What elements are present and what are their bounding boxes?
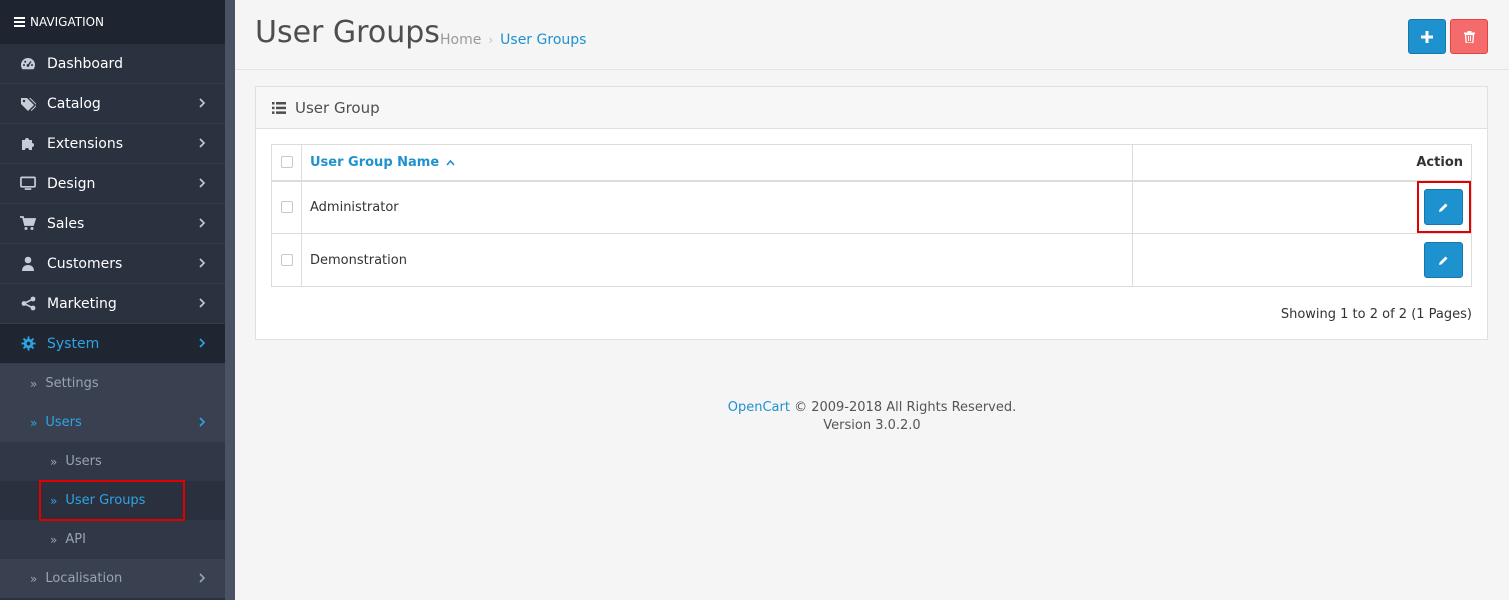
edit-button[interactable] — [1424, 242, 1463, 278]
page-header: User Groups Home › User Groups — [235, 0, 1509, 70]
delete-button[interactable] — [1450, 19, 1488, 54]
row-checkbox[interactable] — [281, 254, 293, 266]
sidebar-item-catalog[interactable]: Catalog — [0, 84, 225, 124]
tags-icon — [20, 96, 36, 112]
sidebar-item-sales[interactable]: Sales — [0, 204, 225, 244]
sidebar-subitem-label: Settings — [45, 376, 99, 391]
select-all-cell — [271, 144, 302, 182]
breadcrumb: Home › User Groups — [440, 32, 586, 48]
sidebar-item-label: Extensions — [47, 135, 124, 152]
sidebar-subitem-label: API — [65, 532, 86, 547]
highlight-box-edit-button — [1417, 181, 1471, 233]
sidebar-item-label: Sales — [47, 215, 85, 232]
pagination-summary: Showing 1 to 2 of 2 (1 Pages) — [1280, 307, 1472, 322]
sidebar-item-label: System — [47, 335, 100, 352]
user-group-panel: User Group User Group Name Action Admini… — [255, 86, 1488, 340]
sidebar-item-design[interactable]: Design — [0, 164, 225, 204]
chevron-right-icon — [199, 258, 206, 268]
sidebar-subitem-label: Users — [45, 415, 82, 430]
table-row: Demonstration — [271, 233, 1472, 287]
chevron-right-icon — [199, 178, 206, 188]
navigation-heading: NAVIGATION — [30, 15, 105, 29]
sidebar-item-dashboard[interactable]: Dashboard — [0, 44, 225, 84]
list-icon — [272, 101, 286, 114]
table-header-row: User Group Name Action — [271, 144, 1472, 182]
sidebar-subitem-label: Localisation — [45, 571, 123, 586]
sidebar-scroll-rail — [225, 0, 235, 600]
sidebar-item-label: Marketing — [47, 295, 117, 312]
user-group-name-cell: Administrator — [301, 180, 1133, 234]
user-group-table: User Group Name Action Administrator Dem… — [271, 144, 1472, 287]
table-row: Administrator — [271, 180, 1472, 234]
double-chevron-right-icon: » — [50, 454, 58, 469]
highlight-box-user-groups — [39, 480, 185, 521]
sidebar-item-customers[interactable]: Customers — [0, 244, 225, 284]
row-select-cell — [271, 180, 302, 234]
menu-bars-icon — [14, 15, 25, 29]
chevron-right-icon — [199, 338, 206, 348]
double-chevron-right-icon: » — [30, 415, 38, 430]
row-checkbox[interactable] — [281, 201, 293, 214]
chevron-right-icon — [199, 573, 206, 583]
puzzle-icon — [20, 136, 36, 152]
panel-title: User Group — [295, 98, 380, 117]
sidebar-item-label: Design — [47, 175, 96, 192]
sort-link-name[interactable]: User Group Name — [310, 155, 439, 170]
chevron-right-icon — [199, 98, 206, 108]
sidebar-subitem-label: Users — [65, 454, 102, 469]
pencil-icon — [1439, 256, 1448, 265]
sidebar-subitem-users-list[interactable]: » Users — [0, 442, 225, 481]
select-all-checkbox[interactable] — [281, 156, 293, 169]
sidebar-subitem-users[interactable]: » Users — [0, 403, 225, 442]
column-header-name[interactable]: User Group Name — [301, 144, 1133, 182]
sidebar-item-extensions[interactable]: Extensions — [0, 124, 225, 164]
action-cell — [1132, 233, 1472, 287]
version-text: Version 3.0.2.0 — [823, 418, 921, 433]
breadcrumb-current-link[interactable]: User Groups — [500, 32, 586, 48]
chevron-right-icon — [199, 218, 206, 228]
sidebar-subitem-settings[interactable]: » Settings — [0, 364, 225, 403]
sidebar-item-label: Customers — [47, 255, 123, 272]
sidebar-item-system[interactable]: System — [0, 324, 225, 364]
footer: OpenCart © 2009-2018 All Rights Reserved… — [235, 399, 1509, 435]
cart-icon — [20, 216, 36, 232]
chevron-right-icon — [199, 298, 206, 308]
trash-icon — [1463, 30, 1475, 43]
navigation-header[interactable]: NAVIGATION — [0, 0, 225, 44]
sidebar-item-label: Catalog — [47, 95, 101, 112]
row-select-cell — [271, 233, 302, 287]
copyright-text: © 2009-2018 All Rights Reserved. — [794, 400, 1017, 415]
sidebar-item-label: Dashboard — [47, 55, 123, 72]
double-chevron-right-icon: » — [30, 376, 38, 391]
footer-copyright-line: OpenCart © 2009-2018 All Rights Reserved… — [235, 399, 1509, 417]
dashboard-icon — [20, 56, 36, 72]
double-chevron-right-icon: » — [30, 571, 38, 586]
breadcrumb-home-link[interactable]: Home — [440, 32, 481, 48]
share-icon — [20, 296, 36, 312]
sidebar-item-marketing[interactable]: Marketing — [0, 284, 225, 324]
page-title: User Groups — [255, 15, 440, 50]
desktop-icon — [20, 176, 36, 192]
sidebar-subitem-api[interactable]: » API — [0, 520, 225, 559]
user-icon — [20, 256, 36, 272]
chevron-right-icon — [199, 417, 206, 427]
plus-icon — [1421, 30, 1433, 43]
panel-heading: User Group — [256, 87, 1487, 129]
double-chevron-right-icon: » — [50, 532, 58, 547]
user-group-name-cell: Demonstration — [301, 233, 1133, 287]
sidebar-subitem-localisation[interactable]: » Localisation — [0, 559, 225, 598]
breadcrumb-separator: › — [488, 33, 494, 47]
cog-icon — [20, 336, 36, 352]
chevron-right-icon — [199, 138, 206, 148]
sort-ascending-icon — [446, 159, 455, 166]
opencart-link[interactable]: OpenCart — [728, 400, 790, 415]
column-header-action: Action — [1132, 144, 1472, 182]
add-new-button[interactable] — [1408, 19, 1446, 54]
